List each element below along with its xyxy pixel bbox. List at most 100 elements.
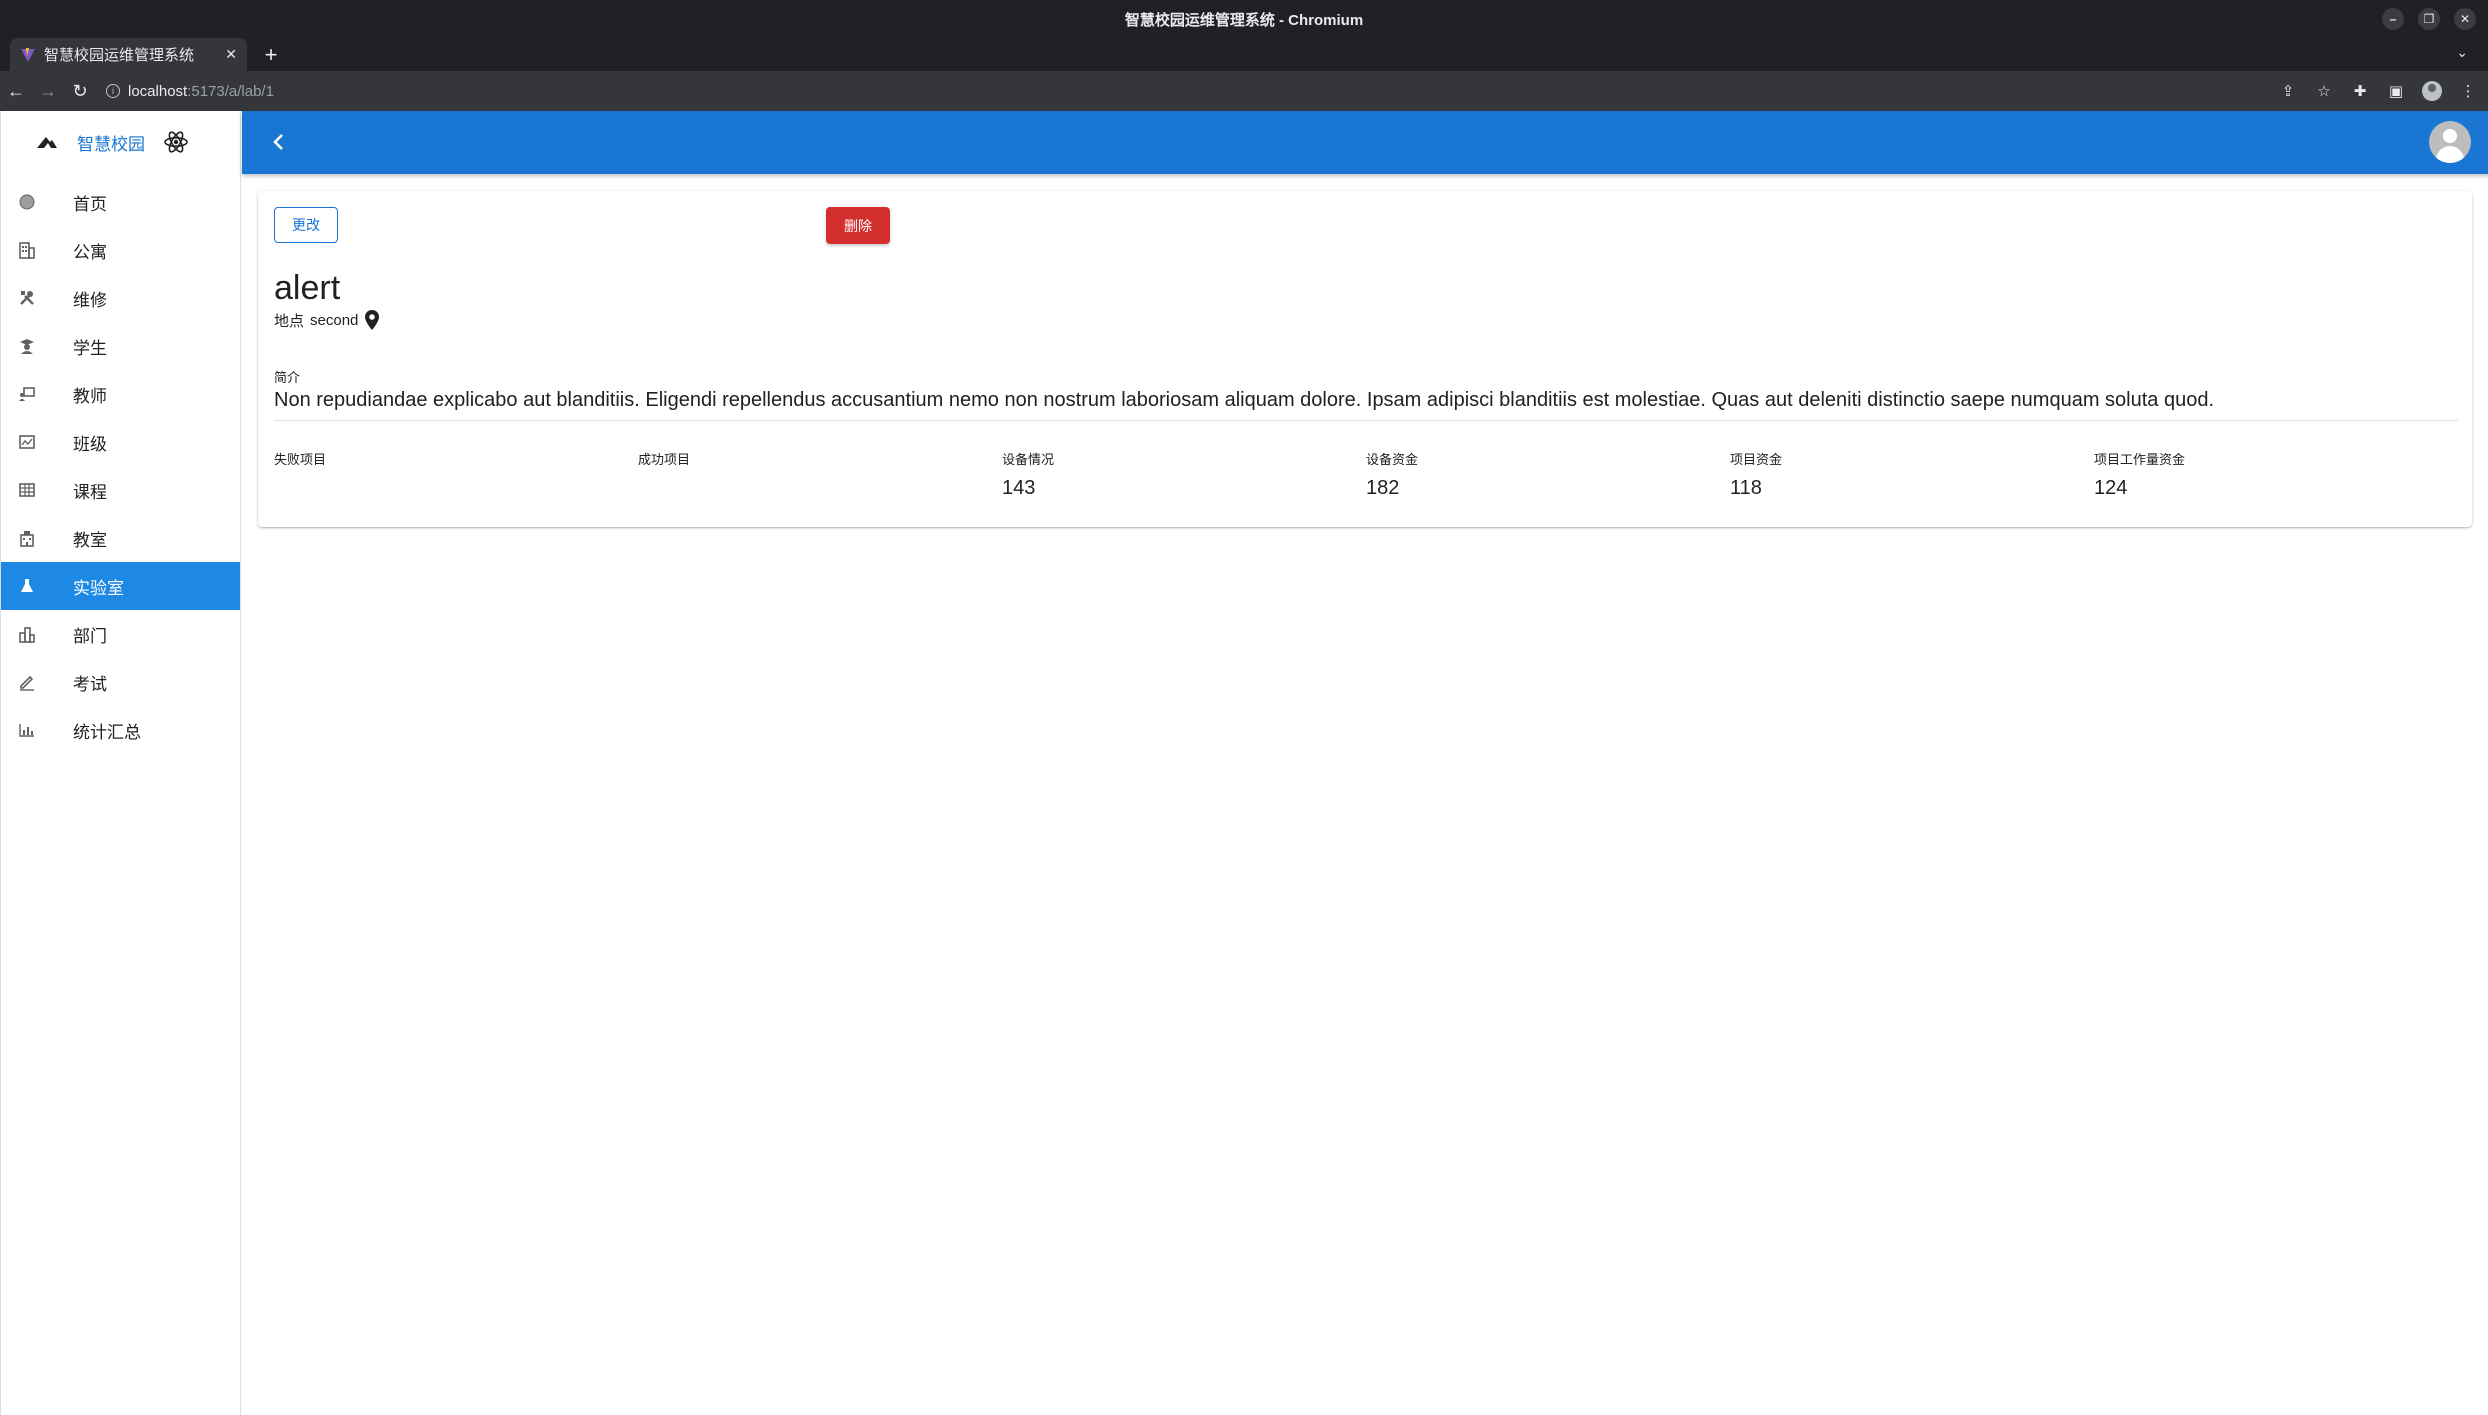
sidebar-item-class[interactable]: 班级 xyxy=(1,418,240,466)
sidebar-item-student[interactable]: 学生 xyxy=(1,322,240,370)
bookmark-star-icon[interactable]: ☆ xyxy=(2314,75,2334,107)
stat-value: 143 xyxy=(1002,477,1036,499)
back-button[interactable] xyxy=(264,127,294,157)
course-table-icon xyxy=(17,480,37,500)
sidebar-item-label: 学生 xyxy=(73,338,107,358)
apartment-icon xyxy=(17,240,37,260)
delete-button[interactable]: 删除 xyxy=(826,207,890,244)
location-value: second xyxy=(310,311,359,329)
sidebar-item-classroom[interactable]: 教室 xyxy=(1,514,240,562)
flask-icon xyxy=(17,576,37,596)
window-controls: – ❐ ✕ xyxy=(2382,8,2476,30)
brand[interactable]: 智慧校园 xyxy=(1,111,240,173)
sidebar-item-home[interactable]: 首页 xyxy=(1,178,240,226)
stat-label: 失败项目 xyxy=(274,452,327,467)
sidebar-item-department[interactable]: 部门 xyxy=(1,610,240,658)
url-host: localhost xyxy=(128,82,188,100)
stats-chart-icon xyxy=(17,720,37,740)
stat-label: 项目资金 xyxy=(1730,452,1783,467)
back-arrow-icon[interactable]: ← xyxy=(0,75,32,107)
new-tab-icon[interactable]: + xyxy=(258,42,284,68)
sidebar-nav: 首页 公寓 维修 学生 教师 班级 课程 教室 实验室 部门 考试 统计汇总 xyxy=(1,178,240,754)
restore-icon[interactable]: ❐ xyxy=(2418,8,2440,30)
extensions-icon[interactable]: ✚ xyxy=(2350,75,2370,107)
sidebar-item-label: 实验室 xyxy=(73,578,124,598)
stat-label: 成功项目 xyxy=(638,452,691,467)
sidebar-item-statistics[interactable]: 统计汇总 xyxy=(1,706,240,754)
sidebar-item-course[interactable]: 课程 xyxy=(1,466,240,514)
stat-value xyxy=(274,477,638,501)
stat-successful-projects: 成功项目 xyxy=(638,449,1002,501)
sidebar-item-label: 考试 xyxy=(73,674,107,694)
sidebar-item-label: 公寓 xyxy=(73,242,107,262)
profile-icon[interactable] xyxy=(2422,75,2442,107)
exam-pen-icon xyxy=(17,672,37,692)
app-root: 智慧校园 首页 公寓 维修 学生 教师 班级 课程 教室 实验室 部门 考试 统… xyxy=(0,111,2488,1415)
department-icon xyxy=(17,624,37,644)
stat-project-funds: 项目资金 118 xyxy=(1730,449,2094,501)
tools-icon xyxy=(17,288,37,308)
sidebar-item-label: 维修 xyxy=(73,290,107,310)
sidebar-item-apartment[interactable]: 公寓 xyxy=(1,226,240,274)
browser-toolbar: ← → ↻ i localhost :5173/a/lab/1 ⇪ ☆ ✚ ▣ … xyxy=(0,71,2488,111)
stat-value: 124 xyxy=(2094,477,2128,499)
stat-label: 项目工作量资金 xyxy=(2094,452,2186,467)
app-bar xyxy=(242,111,2488,174)
stat-equipment-funds: 设备资金 182 xyxy=(1366,449,1730,501)
sidebar-item-label: 课程 xyxy=(73,482,107,502)
class-icon xyxy=(17,432,37,452)
location-label: 地点 xyxy=(274,312,305,330)
stat-value: 118 xyxy=(1730,477,1762,499)
stat-project-workload-funds: 项目工作量资金 124 xyxy=(2094,449,2458,501)
side-panel-icon[interactable]: ▣ xyxy=(2386,75,2406,107)
site-info-icon[interactable]: i xyxy=(106,84,120,98)
address-bar[interactable]: i localhost :5173/a/lab/1 xyxy=(106,76,274,106)
lab-detail-card: 更改 删除 alert 地点 second 简介 Non repudiandae… xyxy=(258,191,2472,527)
lab-name: alert xyxy=(274,269,341,307)
sidebar-item-label: 班级 xyxy=(73,434,107,454)
tab-title: 智慧校园运维管理系统 xyxy=(44,47,195,64)
reload-icon[interactable]: ↻ xyxy=(64,75,96,107)
sidebar-item-label: 教师 xyxy=(73,386,107,406)
teacher-icon xyxy=(17,384,37,404)
home-circle-icon xyxy=(17,192,37,212)
stat-failed-projects: 失败项目 xyxy=(274,449,638,501)
brand-name: 智慧校园 xyxy=(77,134,145,154)
tab-close-icon[interactable]: ✕ xyxy=(225,46,237,63)
menu-kebab-icon[interactable]: ⋮ xyxy=(2458,75,2478,107)
share-icon[interactable]: ⇪ xyxy=(2278,75,2298,107)
intro-label: 简介 xyxy=(274,370,301,385)
classroom-icon xyxy=(17,528,37,548)
sidebar-item-label: 统计汇总 xyxy=(73,722,141,742)
stats-row: 失败项目 成功项目 设备情况 143 设备资金 182 项目资金 118 项目工… xyxy=(274,449,2458,501)
sidebar-item-label: 教室 xyxy=(73,530,107,550)
sidebar-item-exam[interactable]: 考试 xyxy=(1,658,240,706)
sidebar-item-label: 首页 xyxy=(73,194,107,214)
forward-arrow-icon[interactable]: → xyxy=(32,75,64,107)
tab-strip: 智慧校园运维管理系统 ✕ + ⌄ xyxy=(0,38,2488,71)
minimize-icon[interactable]: – xyxy=(2382,8,2404,30)
stat-label: 设备情况 xyxy=(1002,452,1055,467)
tab-search-icon[interactable]: ⌄ xyxy=(2456,44,2468,61)
student-icon xyxy=(17,336,37,356)
sidebar-item-lab[interactable]: 实验室 xyxy=(1,562,240,610)
intro-text: Non repudiandae explicabo aut blanditiis… xyxy=(274,389,2458,421)
stat-label: 设备资金 xyxy=(1366,452,1419,467)
sidebar: 智慧校园 首页 公寓 维修 学生 教师 班级 课程 教室 实验室 部门 考试 统… xyxy=(1,111,241,1415)
vite-favicon-icon xyxy=(21,47,35,62)
close-window-icon[interactable]: ✕ xyxy=(2454,8,2476,30)
url-path: :5173/a/lab/1 xyxy=(187,82,274,100)
window-title: 智慧校园运维管理系统 - Chromium xyxy=(1124,11,1364,29)
sidebar-item-teacher[interactable]: 教师 xyxy=(1,370,240,418)
stat-value: 182 xyxy=(1366,477,1400,499)
window-titlebar: 智慧校园运维管理系统 - Chromium – ❐ ✕ xyxy=(0,0,2488,38)
edit-button[interactable]: 更改 xyxy=(274,207,338,243)
stat-equipment-status: 设备情况 143 xyxy=(1002,449,1366,501)
sidebar-item-repair[interactable]: 维修 xyxy=(1,274,240,322)
user-avatar-icon[interactable] xyxy=(2429,121,2471,163)
chevron-left-icon xyxy=(273,134,283,150)
location-row: 地点 second xyxy=(274,309,380,331)
toolbar-actions: ⇪ ☆ ✚ ▣ ⋮ xyxy=(2278,75,2478,107)
stat-value xyxy=(638,477,1002,501)
browser-tab[interactable]: 智慧校园运维管理系统 ✕ xyxy=(10,38,247,71)
